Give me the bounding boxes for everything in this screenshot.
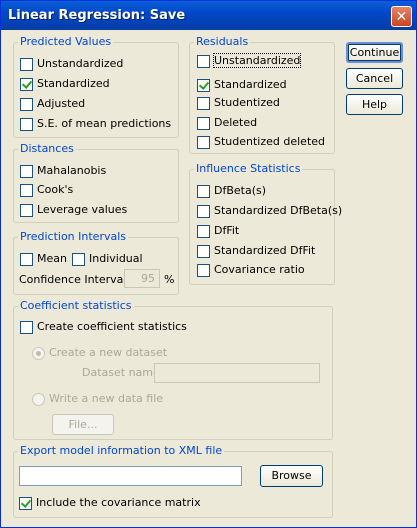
cancel-button[interactable]: Cancel xyxy=(346,68,403,89)
checkbox-box[interactable] xyxy=(20,98,33,111)
checkbox-box[interactable] xyxy=(20,321,33,334)
checkbox-label: DfFit xyxy=(214,224,240,237)
checkbox-label: Include the covariance matrix xyxy=(36,496,201,509)
radio-dot[interactable] xyxy=(32,393,45,406)
continue-button[interactable]: Continue xyxy=(346,42,403,63)
residuals-group: Residuals Unstandardized Standardized St… xyxy=(189,35,335,154)
checkbox-label: Standardized DfFit xyxy=(214,244,316,257)
checkbox-box[interactable] xyxy=(197,55,210,68)
checkbox-label: Cook's xyxy=(37,183,74,196)
checkbox-box[interactable] xyxy=(197,185,210,198)
checkbox-box[interactable] xyxy=(20,78,33,91)
confidence-interval-input[interactable]: 95 xyxy=(124,269,160,288)
help-button[interactable]: Help xyxy=(346,94,403,115)
influence-statistics-group: Influence Statistics DfBeta(s) Standardi… xyxy=(189,162,342,285)
title-bar[interactable]: Linear Regression: Save ✕ xyxy=(1,1,416,30)
distances-group: Distances Mahalanobis Cook's Leverage va… xyxy=(13,142,179,223)
checkbox-label: Leverage values xyxy=(37,203,128,216)
checkbox-box[interactable] xyxy=(197,79,210,92)
checkbox-label: Create coefficient statistics xyxy=(37,320,187,333)
prediction-intervals-legend: Prediction Intervals xyxy=(18,230,128,243)
export-xml-legend: Export model information to XML file xyxy=(18,444,225,457)
window-title: Linear Regression: Save xyxy=(8,8,186,23)
checkbox-box[interactable] xyxy=(197,225,210,238)
checkbox-box[interactable] xyxy=(197,205,210,218)
confidence-interval-label: Confidence Interval: xyxy=(19,273,131,286)
checkbox-label: S.E. of mean predictions xyxy=(37,117,172,130)
checkbox-box[interactable] xyxy=(20,253,33,266)
checkbox-label: Unstandardized xyxy=(37,57,124,70)
browse-button[interactable]: Browse xyxy=(260,465,323,487)
dataset-name-label: Dataset name: xyxy=(82,366,164,379)
checkbox-label: Deleted xyxy=(214,116,258,129)
checkbox-label: Covariance ratio xyxy=(214,263,305,276)
file-button[interactable]: File... xyxy=(52,414,114,435)
xml-file-path-input[interactable] xyxy=(19,466,242,486)
radio-dot[interactable] xyxy=(32,347,45,360)
radio-label: Write a new data file xyxy=(49,392,164,405)
checkbox-box[interactable] xyxy=(20,165,33,178)
checkbox-label: DfBeta(s) xyxy=(214,184,267,197)
checkbox-box[interactable] xyxy=(20,204,33,217)
checkbox-label: Adjusted xyxy=(37,97,86,110)
checkbox-label: Standardized xyxy=(214,78,287,91)
radio-label: Create a new dataset xyxy=(49,346,168,359)
influence-statistics-legend: Influence Statistics xyxy=(194,162,303,175)
coefficient-statistics-legend: Coefficient statistics xyxy=(18,299,134,312)
checkbox-label: Studentized deleted xyxy=(214,135,326,148)
checkbox-label: Standardized DfBeta(s) xyxy=(214,204,343,217)
predicted-values-legend: Predicted Values xyxy=(18,35,114,48)
checkbox-label: Mahalanobis xyxy=(37,164,107,177)
checkbox-label: Standardized xyxy=(37,77,110,90)
dialog-window: Linear Regression: Save ✕ Predicted Valu… xyxy=(0,0,417,528)
checkbox-label: Unstandardized xyxy=(212,53,302,68)
checkbox-label: Mean xyxy=(37,252,67,265)
prediction-intervals-group: Prediction Intervals Mean Individual Con… xyxy=(13,230,179,295)
coefficient-statistics-group: Coefficient statistics Create coefficien… xyxy=(13,299,333,440)
dataset-name-input[interactable] xyxy=(154,363,320,383)
checkbox-box[interactable] xyxy=(197,117,210,130)
checkbox-box[interactable] xyxy=(19,497,32,510)
percent-sign: % xyxy=(164,273,175,286)
checkbox-label: Individual xyxy=(89,252,143,265)
distances-legend: Distances xyxy=(18,142,76,155)
checkbox-box[interactable] xyxy=(197,97,210,110)
predicted-values-group: Predicted Values Unstandardized Standard… xyxy=(13,35,179,138)
checkbox-box[interactable] xyxy=(197,136,210,149)
checkbox-box[interactable] xyxy=(20,184,33,197)
close-button[interactable]: ✕ xyxy=(391,6,412,27)
export-xml-group: Export model information to XML file Bro… xyxy=(13,444,333,518)
checkbox-box[interactable] xyxy=(197,264,210,277)
checkbox-box[interactable] xyxy=(20,118,33,131)
checkbox-label: Studentized xyxy=(214,96,280,109)
checkbox-box[interactable] xyxy=(20,58,33,71)
checkbox-box[interactable] xyxy=(197,245,210,258)
checkbox-box[interactable] xyxy=(72,253,85,266)
residuals-legend: Residuals xyxy=(194,35,251,48)
